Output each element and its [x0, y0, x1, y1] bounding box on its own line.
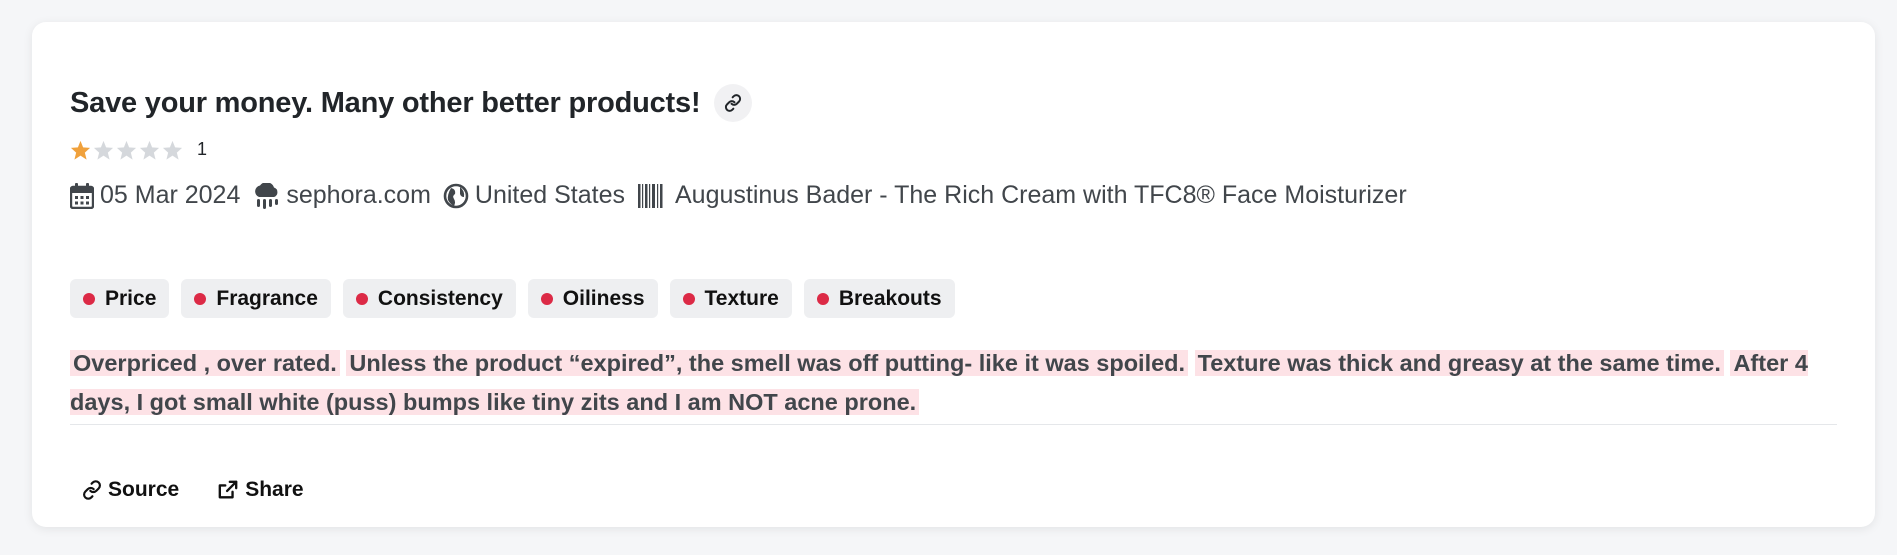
topic-tags: Price Fragrance Consistency Oiliness Texture…	[70, 279, 955, 318]
source-button-label: Source	[108, 478, 180, 501]
sentiment-dot	[540, 292, 553, 305]
link-icon	[725, 94, 742, 112]
barcode-icon	[638, 183, 663, 208]
tag-oiliness[interactable]: Oiliness	[527, 279, 658, 318]
tag-label: Breakouts	[838, 286, 942, 310]
review-card: Save your money. Many other better produ…	[32, 22, 1875, 527]
calendar-icon	[70, 182, 94, 209]
tag-price[interactable]: Price	[70, 279, 170, 318]
tag-label: Texture	[704, 286, 779, 310]
sentiment-dot	[816, 292, 829, 305]
review-actions: Source Share	[82, 478, 304, 502]
star-empty-icon	[93, 140, 114, 160]
review-product: Augustinus Bader - The Rich Cream with T…	[637, 181, 1407, 210]
tag-fragrance[interactable]: Fragrance	[181, 279, 331, 318]
share-button-label: Share	[245, 478, 304, 501]
review-sentence: Unless the product “expired”, the smell …	[346, 350, 1189, 376]
review-sentence: Texture was thick and greasy at the same…	[1194, 350, 1724, 376]
divider	[70, 424, 1837, 425]
source-text: sephora.com	[286, 181, 431, 209]
source-button[interactable]: Source	[82, 478, 179, 502]
product-text: Augustinus Bader - The Rich Cream with T…	[675, 181, 1407, 209]
date-text: 05 Mar 2024	[100, 181, 241, 209]
tag-consistency[interactable]: Consistency	[342, 279, 516, 318]
sentiment-dot	[83, 292, 95, 305]
star-empty-icon	[139, 140, 160, 160]
tag-label: Oiliness	[562, 286, 645, 310]
review-meta: 05 Mar 2024 sephora.com United States Au…	[70, 181, 1419, 210]
rating: 1	[70, 139, 207, 160]
share-icon	[218, 480, 238, 499]
star-empty-icon	[116, 140, 137, 160]
country-text: United States	[474, 181, 625, 209]
review-body: Overpriced , over rated. Unless the prod…	[70, 344, 1870, 422]
sentiment-dot	[682, 292, 695, 305]
tag-breakouts[interactable]: Breakouts	[803, 279, 955, 318]
tag-label: Price	[105, 286, 157, 310]
link-icon	[83, 480, 101, 500]
tag-label: Consistency	[377, 286, 503, 310]
tag-texture[interactable]: Texture	[669, 279, 792, 318]
rating-value: 1	[197, 139, 208, 159]
share-button[interactable]: Share	[217, 478, 304, 502]
sentiment-dot	[355, 292, 368, 305]
star-empty-icon	[162, 140, 183, 160]
review-date: 05 Mar 2024	[70, 181, 240, 210]
review-country: United States	[443, 181, 625, 210]
tag-label: Fragrance	[216, 286, 318, 310]
cloud-rain-icon	[255, 182, 279, 209]
star-rating	[70, 140, 183, 160]
review-title: Save your money. Many other better produ…	[70, 86, 701, 119]
sentiment-dot	[194, 292, 207, 305]
review-sentence: Overpriced , over rated.	[70, 350, 340, 376]
review-source: sephora.com	[252, 181, 431, 210]
review-header: Save your money. Many other better produ…	[70, 84, 753, 122]
star-filled-icon	[70, 140, 91, 160]
permalink-button[interactable]	[714, 84, 753, 122]
globe-icon	[443, 183, 469, 208]
